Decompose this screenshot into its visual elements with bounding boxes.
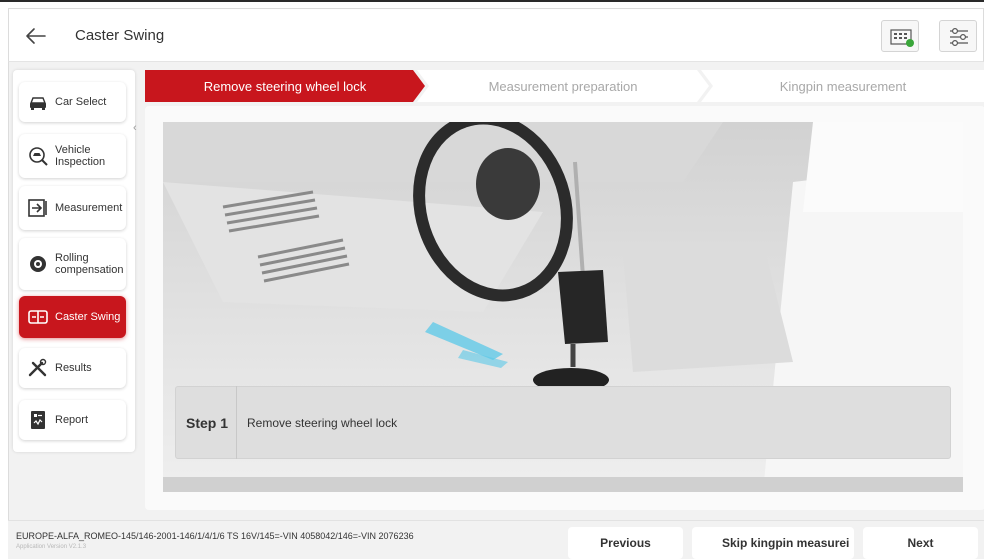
caster-swing-icon	[28, 310, 48, 324]
sidebar-item-label: Vehicle Inspection	[55, 144, 106, 168]
step-kingpin-measurement[interactable]: Kingpin measurement	[701, 70, 984, 102]
sidebar-item-measurement[interactable]: Measurement	[19, 186, 126, 230]
top-border	[0, 0, 984, 2]
instruction-step-label: Step 1	[186, 386, 238, 459]
next-button[interactable]: Next	[863, 527, 978, 559]
inspection-car-icon	[29, 147, 48, 166]
sidebar-item-label: Report	[55, 414, 89, 426]
step-measurement-preparation[interactable]: Measurement preparation	[417, 70, 709, 102]
vci-connection-button[interactable]	[881, 20, 919, 52]
sidebar-item-label: Car Select	[55, 96, 107, 108]
sidebar-item-label: Measurement	[55, 202, 123, 214]
sidebar-item-caster-swing[interactable]: Caster Swing	[19, 296, 126, 338]
sidebar-item-car-select[interactable]: Car Select	[19, 82, 126, 122]
sidebar-item-vehicle-inspection[interactable]: Vehicle Inspection	[19, 134, 126, 178]
sidebar: Car Select Vehicle Inspection Measuremen…	[13, 70, 137, 452]
sidebar-item-label: Caster Swing	[55, 311, 121, 323]
sidebar-item-rolling-compensation[interactable]: Rolling compensation	[19, 238, 126, 290]
sidebar-item-label: Rolling compensation	[55, 252, 124, 276]
collapse-sidebar-icon[interactable]: ‹	[133, 122, 137, 134]
arrow-left-icon[interactable]	[23, 23, 49, 49]
page-title: Caster Swing	[75, 27, 165, 44]
footer-bar: EUROPE-ALFA_ROMEO-145/146-2001-146/1/4/1…	[8, 520, 984, 559]
step-progress: Remove steering wheel lock Measurement p…	[145, 70, 984, 102]
vehicle-info: EUROPE-ALFA_ROMEO-145/146-2001-146/1/4/1…	[16, 531, 414, 541]
step-remove-steering-wheel-lock[interactable]: Remove steering wheel lock	[145, 70, 425, 102]
wheel-gear-icon	[30, 256, 46, 272]
instruction-bar: Step 1 Remove steering wheel lock	[175, 386, 951, 459]
settings-button[interactable]	[939, 20, 977, 52]
sliders-settings-icon	[950, 27, 968, 47]
instruction-text: Remove steering wheel lock	[247, 415, 398, 430]
main-frame: Car Select Vehicle Inspection Measuremen…	[8, 62, 984, 520]
app-header: Caster Swing	[8, 8, 984, 62]
skip-kingpin-measurement-button[interactable]: Skip kingpin measurei	[692, 527, 854, 559]
sidebar-item-label: Results	[55, 362, 92, 374]
step-content-panel: Step 1 Remove steering wheel lock	[145, 106, 984, 510]
car-icon	[29, 97, 47, 110]
app-version: Application Version V2.1.3	[16, 544, 87, 550]
report-icon	[31, 411, 45, 429]
vci-connector-icon	[890, 29, 914, 47]
results-tools-icon	[28, 358, 47, 377]
sidebar-item-report[interactable]: Report	[19, 400, 126, 440]
previous-button[interactable]: Previous	[568, 527, 683, 559]
sidebar-item-results[interactable]: Results	[19, 348, 126, 388]
measurement-icon	[28, 199, 47, 217]
